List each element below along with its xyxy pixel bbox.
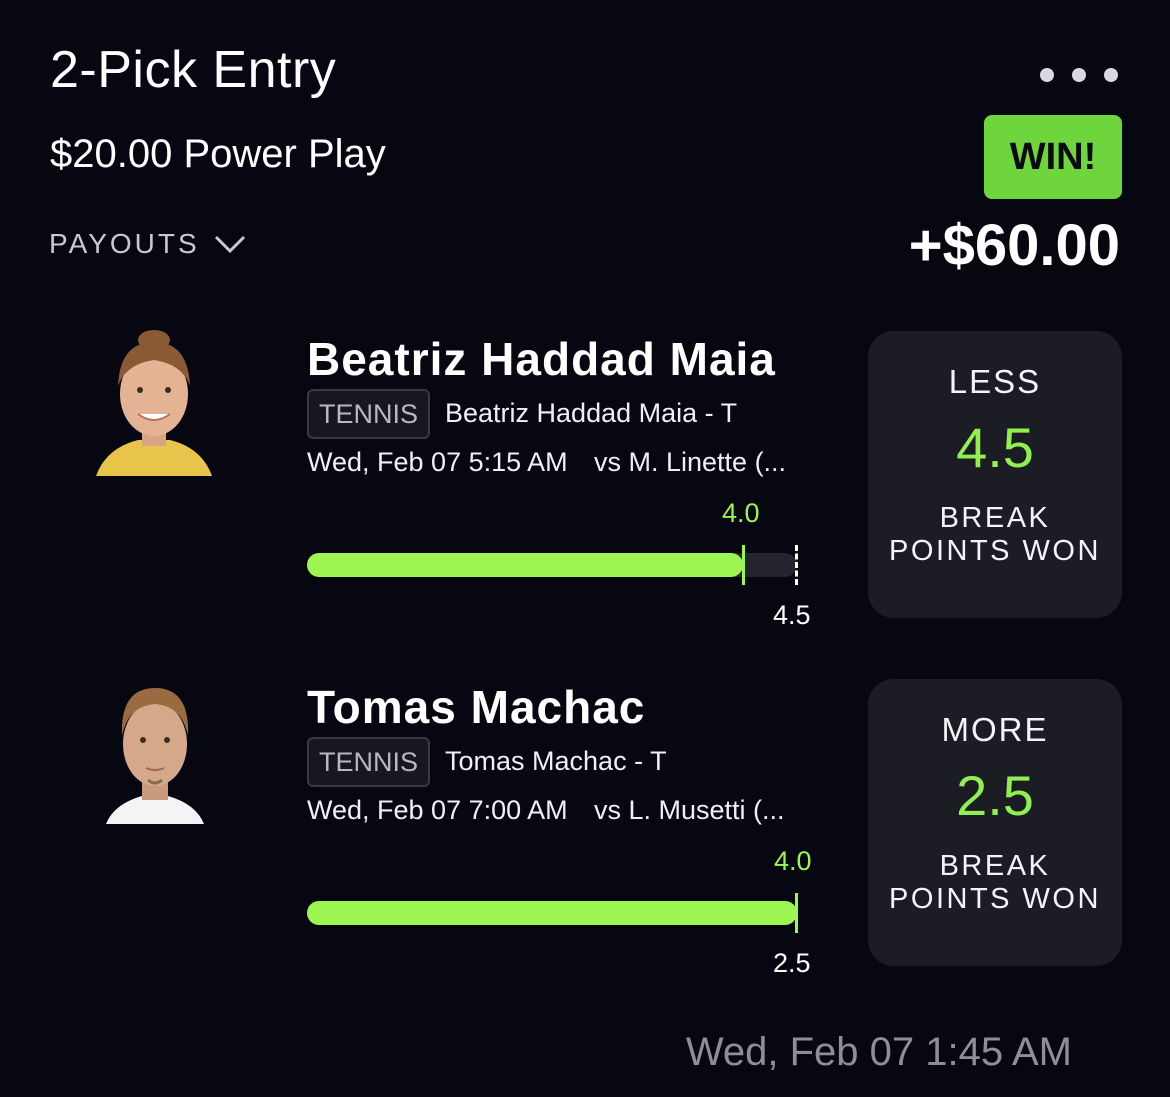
line-value: 4.5 — [773, 600, 811, 630]
direction-label: LESS — [948, 363, 1042, 400]
player-description: Tomas Machac - T — [445, 746, 667, 776]
sport-tag: TENNIS — [307, 737, 431, 787]
more-options-icon[interactable] — [1040, 68, 1118, 82]
sport-tag: TENNIS — [307, 389, 431, 439]
actual-value: 4.0 — [774, 846, 812, 876]
projection-card[interactable]: LESS 4.5 BREAK POINTS WON — [868, 331, 1122, 618]
opponent: vs L. Musetti (... — [594, 795, 785, 825]
player-description: Beatriz Haddad Maia - T — [445, 398, 738, 428]
progress-fill — [307, 901, 797, 925]
progress-fill — [307, 553, 743, 577]
entry-subtitle: $20.00 Power Play — [50, 132, 386, 176]
opponent: vs M. Linette (... — [594, 447, 787, 477]
payouts-toggle[interactable]: PAYOUTS — [49, 228, 246, 260]
player-name[interactable]: Tomas Machac — [307, 680, 645, 734]
direction-label: MORE — [941, 711, 1049, 748]
stat-type-line2: POINTS WON — [889, 535, 1101, 567]
entry-timestamp: Wed, Feb 07 1:45 AM — [685, 1030, 1072, 1074]
game-time: Wed, Feb 07 7:00 AM — [307, 795, 568, 825]
stat-type-line1: BREAK — [939, 502, 1051, 534]
game-time: Wed, Feb 07 5:15 AM — [307, 447, 568, 477]
actual-marker — [795, 893, 798, 933]
projection-value: 4.5 — [956, 416, 1034, 479]
payouts-label: PAYOUTS — [49, 228, 200, 259]
payout-amount: +$60.00 — [908, 213, 1120, 278]
player-avatar — [86, 330, 222, 476]
chevron-down-icon — [214, 235, 245, 254]
stat-type-line2: POINTS WON — [889, 883, 1101, 915]
projection-value: 2.5 — [956, 764, 1034, 827]
win-badge: WIN! — [984, 115, 1122, 199]
entry-title: 2-Pick Entry — [50, 41, 337, 99]
actual-value: 4.0 — [722, 498, 760, 528]
player-avatar — [104, 680, 206, 824]
projection-card[interactable]: MORE 2.5 BREAK POINTS WON — [868, 679, 1122, 966]
player-name[interactable]: Beatriz Haddad Maia — [307, 332, 776, 386]
stat-type-line1: BREAK — [939, 850, 1051, 882]
line-marker — [795, 545, 798, 585]
actual-marker — [742, 545, 745, 585]
line-value: 2.5 — [773, 948, 811, 978]
